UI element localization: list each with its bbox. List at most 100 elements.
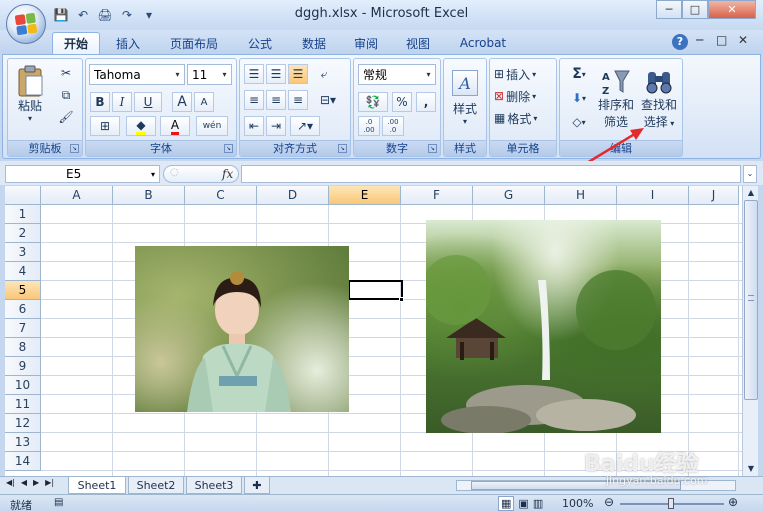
align-top-icon[interactable]: ☰ (244, 64, 264, 84)
expand-formula-icon[interactable]: ⌄ (743, 165, 757, 183)
name-box[interactable]: E5 ▾ (5, 165, 160, 183)
decrease-indent-icon[interactable]: ⇤ (244, 116, 264, 136)
tab-data[interactable]: 数据 (290, 32, 338, 54)
insert-cells-button[interactable]: ⊞ 插入 ▾ (494, 64, 536, 84)
tab-review[interactable]: 审阅 (342, 32, 390, 54)
row-header[interactable]: 9 (5, 357, 41, 376)
italic-button[interactable]: I (112, 92, 132, 112)
align-center-icon[interactable]: ≡ (266, 90, 286, 110)
number-format-select[interactable]: 常规 ▾ (358, 64, 436, 85)
fill-color-button[interactable]: ◆ (126, 116, 156, 136)
row-header[interactable]: 6 (5, 300, 41, 319)
decrease-decimal-button[interactable]: .00 .0 (382, 116, 404, 136)
column-header[interactable]: C (185, 186, 257, 205)
tab-acrobat[interactable]: Acrobat (452, 32, 514, 54)
fill-handle[interactable] (399, 297, 404, 302)
insert-sheet-icon[interactable]: ✚ (244, 477, 270, 494)
alignment-launcher-icon[interactable]: ↘ (338, 144, 347, 153)
picture-girl[interactable] (135, 246, 349, 412)
sheet-tab-1[interactable]: Sheet1 (68, 477, 126, 494)
format-painter-icon[interactable]: 🖌 (56, 107, 76, 127)
page-break-view-icon[interactable]: ▥ (533, 497, 543, 510)
font-color-button[interactable]: A (160, 116, 190, 136)
column-header[interactable]: F (401, 186, 473, 205)
formula-input[interactable] (241, 165, 741, 183)
align-right-icon[interactable]: ≡ (288, 90, 308, 110)
align-bottom-icon[interactable]: ☰ (288, 64, 308, 84)
row-header[interactable]: 7 (5, 319, 41, 338)
normal-view-icon[interactable]: ▦ (498, 496, 515, 511)
format-cells-button[interactable]: ▦ 格式 ▾ (494, 108, 537, 128)
macro-record-icon[interactable]: ▤ (54, 497, 63, 508)
tab-insert[interactable]: 插入 (104, 32, 152, 54)
active-cell[interactable] (348, 280, 403, 300)
tab-page-layout[interactable]: 页面布局 (160, 32, 228, 54)
phonetic-button[interactable]: wén (196, 116, 228, 136)
cut-icon[interactable]: ✂ (56, 63, 76, 83)
tab-formulas[interactable]: 公式 (236, 32, 284, 54)
font-launcher-icon[interactable]: ↘ (224, 144, 233, 153)
align-left-icon[interactable]: ≡ (244, 90, 264, 110)
close-button[interactable]: ✕ (708, 0, 756, 19)
styles-button[interactable]: A 样式 ▾ (446, 63, 484, 133)
row-header[interactable]: 8 (5, 338, 41, 357)
sheet-tab-2[interactable]: Sheet2 (128, 477, 184, 494)
autosum-button[interactable]: Σ ▾ (564, 64, 594, 84)
sheet-tab-3[interactable]: Sheet3 (186, 477, 242, 494)
next-sheet-icon[interactable]: ▶ (33, 478, 39, 487)
zoom-slider-thumb[interactable] (668, 498, 674, 509)
currency-icon[interactable]: 💱 (358, 92, 388, 112)
bold-button[interactable]: B (90, 92, 110, 112)
last-sheet-icon[interactable]: ▶| (45, 478, 54, 487)
font-size-select[interactable]: 11 ▾ (187, 64, 232, 85)
restore-button[interactable]: □ (682, 0, 708, 19)
scroll-thumb[interactable] (744, 200, 758, 400)
border-button[interactable]: ⊞ (90, 116, 120, 136)
vertical-scrollbar[interactable]: ▲ ▼ (742, 186, 758, 476)
comma-button[interactable]: , (416, 92, 436, 112)
row-header[interactable]: 12 (5, 414, 41, 433)
orientation-icon[interactable]: ↗▾ (290, 116, 320, 136)
row-header[interactable]: 4 (5, 262, 41, 281)
office-button[interactable] (6, 4, 46, 44)
ribbon-close-icon[interactable]: ✕ (738, 33, 748, 47)
number-launcher-icon[interactable]: ↘ (428, 144, 437, 153)
clipboard-launcher-icon[interactable]: ↘ (70, 144, 79, 153)
increase-indent-icon[interactable]: ⇥ (266, 116, 286, 136)
help-icon[interactable]: ? (672, 34, 688, 50)
increase-decimal-button[interactable]: .0 .00 (358, 116, 380, 136)
scroll-up-icon[interactable]: ▲ (744, 186, 758, 200)
tab-home[interactable]: 开始 (52, 32, 100, 54)
percent-button[interactable]: % (392, 92, 412, 112)
column-header[interactable]: I (617, 186, 689, 205)
zoom-in-icon[interactable]: ⊕ (728, 495, 738, 509)
shrink-font-button[interactable]: A (194, 92, 214, 112)
wrap-text-icon[interactable]: ⤶ (314, 64, 334, 84)
row-header[interactable]: 10 (5, 376, 41, 395)
scroll-down-icon[interactable]: ▼ (744, 462, 758, 476)
zoom-level[interactable]: 100% (562, 497, 593, 510)
insert-function-button[interactable]: fx (222, 167, 233, 181)
column-header[interactable]: J (689, 186, 739, 205)
page-layout-view-icon[interactable]: ▣ (518, 497, 528, 510)
row-header[interactable]: 3 (5, 243, 41, 262)
select-all-corner[interactable] (5, 186, 41, 205)
row-header[interactable]: 14 (5, 452, 41, 471)
tab-view[interactable]: 视图 (394, 32, 442, 54)
ribbon-minimize-icon[interactable]: ─ (696, 33, 703, 47)
copy-icon[interactable]: ⧉ (56, 85, 76, 105)
ribbon-restore-icon[interactable]: □ (716, 33, 727, 47)
first-sheet-icon[interactable]: ◀| (6, 478, 15, 487)
minimize-button[interactable]: ─ (656, 0, 682, 19)
row-header[interactable]: 11 (5, 395, 41, 414)
zoom-out-icon[interactable]: ⊖ (604, 495, 614, 509)
row-header[interactable]: 13 (5, 433, 41, 452)
column-header[interactable]: G (473, 186, 545, 205)
column-header[interactable]: H (545, 186, 617, 205)
column-header[interactable]: B (113, 186, 185, 205)
underline-button[interactable]: U (134, 92, 162, 112)
worksheet-grid[interactable]: ABCDEFGHIJ 1 2 3 4 5 6 7 8 9 10 11 12 13 14 (5, 186, 742, 476)
prev-sheet-icon[interactable]: ◀ (21, 478, 27, 487)
align-middle-icon[interactable]: ☰ (266, 64, 286, 84)
paste-button[interactable]: 粘贴 ▾ (12, 63, 48, 125)
